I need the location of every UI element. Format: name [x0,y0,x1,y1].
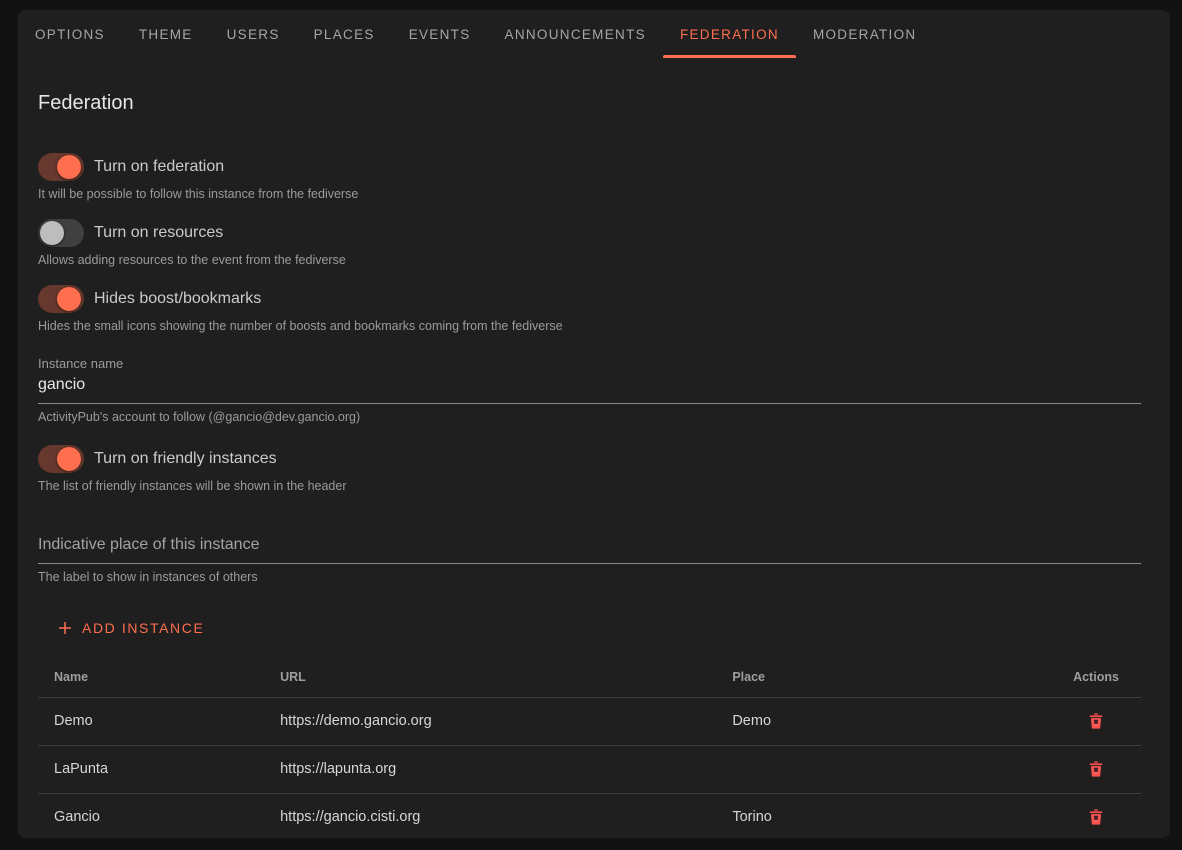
tab-places[interactable]: PLACES [297,10,392,58]
instance-url-cell: https://demo.gancio.org [264,697,716,745]
admin-tabbar: OPTIONS THEME USERS PLACES EVENTS ANNOUN… [18,10,1170,58]
federation-settings: Federation Turn on federation It will be… [18,58,1170,838]
setting-federation: Turn on federation It will be possible t… [38,153,1141,202]
column-header-place: Place [716,657,1051,697]
delete-instance-button[interactable] [1082,755,1110,783]
instance-url-cell: https://gancio.cisti.org [264,793,716,838]
instance-name-field-block: Instance name ActivityPub's account to f… [38,356,1141,425]
instance-place-hint: The label to show in instances of others [38,570,1141,585]
setting-resources: Turn on resources Allows adding resource… [38,219,1141,268]
tab-announcements[interactable]: ANNOUNCEMENTS [488,10,663,58]
instance-name-cell: Gancio [38,793,264,838]
toggle-thumb [40,221,64,245]
federation-toggle-hint: It will be possible to follow this insta… [38,187,1141,202]
federation-toggle-label: Turn on federation [94,158,224,176]
column-header-url: URL [264,657,716,697]
page-title: Federation [38,92,1141,115]
column-header-actions: Actions [1051,657,1141,697]
tab-users[interactable]: USERS [210,10,297,58]
resources-toggle[interactable] [38,219,84,247]
trash-delete-icon [1086,807,1106,827]
resources-toggle-label: Turn on resources [94,224,223,242]
plus-icon [56,619,74,637]
boost-bookmarks-toggle[interactable] [38,285,84,313]
boost-bookmarks-toggle-hint: Hides the small icons showing the number… [38,319,1141,334]
resources-toggle-hint: Allows adding resources to the event fro… [38,253,1141,268]
toggle-thumb [57,447,81,471]
add-instance-row: ADD INSTANCE [38,611,1141,645]
tab-federation[interactable]: FEDERATION [663,10,796,58]
toggle-thumb [57,155,81,179]
instance-name-cell: Demo [38,697,264,745]
boost-bookmarks-toggle-label: Hides boost/bookmarks [94,290,261,308]
admin-panel: OPTIONS THEME USERS PLACES EVENTS ANNOUN… [18,10,1170,838]
instance-url-cell: https://lapunta.org [264,745,716,793]
add-instance-button[interactable]: ADD INSTANCE [50,611,220,645]
tab-moderation[interactable]: MODERATION [796,10,934,58]
instance-place-input[interactable] [38,530,1141,564]
instance-row: Demo https://demo.gancio.org Demo [38,697,1141,745]
delete-instance-button[interactable] [1082,803,1110,831]
delete-instance-button[interactable] [1082,707,1110,735]
instance-name-label: Instance name [38,356,1141,371]
instance-place-cell: Demo [716,697,1051,745]
instance-place-cell: Torino [716,793,1051,838]
friendly-instances-toggle-hint: The list of friendly instances will be s… [38,479,1141,494]
instance-name-hint: ActivityPub's account to follow (@gancio… [38,410,1141,425]
friendly-instances-toggle[interactable] [38,445,84,473]
tab-options[interactable]: OPTIONS [18,10,122,58]
trash-delete-icon [1086,711,1106,731]
instance-place-cell [716,745,1051,793]
instance-row: LaPunta https://lapunta.org [38,745,1141,793]
tab-theme[interactable]: THEME [122,10,210,58]
table-header-row: Name URL Place Actions [38,657,1141,697]
toggle-thumb [57,287,81,311]
trash-delete-icon [1086,759,1106,779]
federation-toggle[interactable] [38,153,84,181]
instance-place-field-block: The label to show in instances of others [38,530,1141,585]
column-header-name: Name [38,657,264,697]
instance-row: Gancio https://gancio.cisti.org Torino [38,793,1141,838]
add-instance-label: ADD INSTANCE [82,620,204,636]
friendly-instances-table: Name URL Place Actions Demo https://demo… [38,657,1141,838]
friendly-instances-toggle-label: Turn on friendly instances [94,450,277,468]
tab-events[interactable]: EVENTS [392,10,488,58]
instance-name-input[interactable] [38,373,1141,404]
instance-name-cell: LaPunta [38,745,264,793]
setting-boost-bookmarks: Hides boost/bookmarks Hides the small ic… [38,285,1141,334]
setting-friendly-instances: Turn on friendly instances The list of f… [38,445,1141,494]
